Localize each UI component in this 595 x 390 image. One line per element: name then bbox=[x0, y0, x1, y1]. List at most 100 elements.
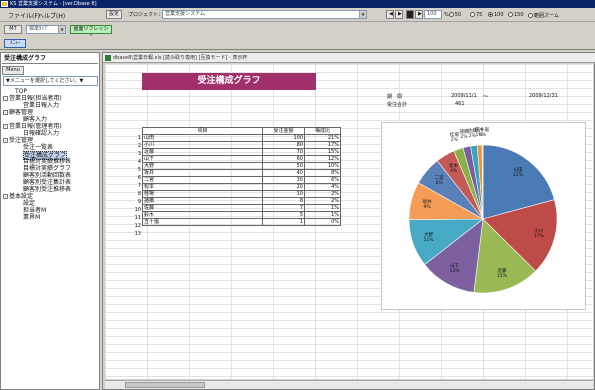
prev-icon[interactable]: ◀ bbox=[386, 10, 394, 19]
tree-item[interactable]: 業界M bbox=[23, 214, 40, 221]
settings-button[interactable]: 設定 bbox=[106, 10, 123, 19]
column-header: 項目 bbox=[142, 127, 263, 135]
tree-item-label: 日報確認入力 bbox=[23, 130, 60, 137]
tree-collapse-icon[interactable]: - bbox=[3, 194, 8, 199]
scrollbar-thumb[interactable] bbox=[125, 382, 205, 388]
tree-item[interactable]: 営業日報入力 bbox=[23, 102, 59, 109]
tree-collapse-icon[interactable]: - bbox=[3, 110, 8, 115]
tree-item-label: 基本設定 bbox=[9, 193, 34, 200]
zoom-radio-range[interactable]: 範囲ズーム bbox=[528, 12, 559, 19]
table-row: 諸橋 8 2% bbox=[142, 197, 341, 205]
table-row: 二宮 30 6% bbox=[142, 176, 341, 184]
table-cell-name: 佐藤 bbox=[142, 204, 263, 212]
pie-label-percent: 4% bbox=[449, 169, 458, 175]
spreadsheet-grid[interactable]: 受注構成グラフ 期 間 2009/11/1 ～ 2009/12/31 受注合計 … bbox=[105, 64, 593, 379]
chevron-down-icon[interactable]: ▼ bbox=[359, 11, 366, 18]
table-row: 山下 60 12% bbox=[142, 155, 341, 163]
table-cell-ratio: 6% bbox=[304, 176, 341, 184]
tree-item-label: 顧客入力 bbox=[23, 116, 48, 123]
excel-icon bbox=[105, 55, 111, 61]
table-row: 五十嵐 1 0% bbox=[142, 218, 341, 226]
menu-button[interactable]: ﾒﾆｭｰ bbox=[4, 39, 26, 48]
tree-item[interactable]: - 営業日報(担当者用) bbox=[3, 95, 62, 102]
pie-label-percent: 13% bbox=[449, 269, 460, 275]
stop-icon[interactable] bbox=[406, 10, 414, 19]
app-title: KS 営業支援システム - [ver.Dbase 8] bbox=[10, 1, 97, 7]
project-value: 営業支援システム bbox=[165, 11, 205, 17]
pie-data-label: 五十嵐 0% bbox=[472, 128, 492, 138]
menubar: ファイル(F) ヘルプ(H) 設定 プロジェクト： 営業支援システム ▼ ◀ ▶… bbox=[0, 8, 595, 22]
row-number: 10 bbox=[134, 207, 141, 213]
tree-collapse-icon[interactable]: - bbox=[3, 96, 8, 101]
tree-item[interactable]: 担当者M bbox=[23, 207, 46, 214]
row-number: 7 bbox=[137, 183, 141, 189]
table-cell-name: 山田 bbox=[142, 134, 263, 142]
table-cell-amount: 60 bbox=[262, 155, 305, 163]
table-cell-name: 山下 bbox=[142, 155, 263, 163]
pie-label-percent: 9% bbox=[423, 204, 431, 210]
table-cell-ratio: 2% bbox=[304, 190, 341, 198]
zoom-radio-150[interactable]: 150 bbox=[508, 12, 524, 18]
table-cell-amount: 1 bbox=[262, 218, 305, 226]
tree-item[interactable]: 目標対実績グラフ bbox=[23, 165, 71, 172]
horizontal-scrollbar[interactable] bbox=[105, 380, 593, 389]
sidebar-menu-select[interactable]: ▼メニューを選択してください。▼ bbox=[3, 76, 98, 86]
tree-item[interactable]: 顧客別受注推移表 bbox=[23, 186, 71, 193]
next-icon[interactable]: ▶ bbox=[395, 10, 403, 19]
table-cell-name: 諸橋 bbox=[142, 197, 263, 205]
pie-data-label: 二宮 6% bbox=[429, 176, 449, 186]
chevron-down-icon[interactable]: ▼ bbox=[58, 26, 65, 33]
spreadsheet-window: dbase8\営業日報.xls [読み取り専用] [互換モード] - 表示杯 受… bbox=[102, 52, 595, 390]
pie-data-label: 近藤 15% bbox=[492, 269, 512, 279]
row-number: 13 bbox=[134, 231, 141, 237]
table-cell-ratio: 12% bbox=[304, 155, 341, 163]
project-label: プロジェクト： bbox=[128, 12, 164, 18]
tree-item[interactable]: - 営業日報(管理者用) bbox=[3, 123, 62, 130]
tree-item-label: 営業日報(担当者用) bbox=[9, 95, 62, 102]
tree-item[interactable]: - 受注管理 bbox=[3, 137, 33, 144]
table-row: 坂井 40 8% bbox=[142, 169, 341, 177]
tree-item[interactable]: - 基本設定 bbox=[3, 193, 33, 200]
table-cell-name: 桂場 bbox=[142, 190, 263, 198]
tree-item[interactable]: 顧客別活動回数表 bbox=[23, 172, 71, 179]
tree-item[interactable]: TOP bbox=[15, 88, 27, 95]
tree-item[interactable]: 顧客別受注集計表 bbox=[23, 179, 71, 186]
tree-item[interactable]: 日報確認入力 bbox=[23, 130, 59, 137]
tree-item[interactable]: 設定 bbox=[23, 200, 35, 207]
pie-data-label: 小川 17% bbox=[529, 229, 549, 239]
zoom-input[interactable]: 100 bbox=[424, 10, 442, 19]
tree-item-label: 営業日報(管理者用) bbox=[9, 123, 62, 130]
zoom-radio-100[interactable]: 100 bbox=[488, 12, 504, 18]
menu-file[interactable]: ファイル(F) bbox=[8, 11, 40, 20]
pie-label-percent: 6% bbox=[435, 181, 443, 187]
tree-collapse-icon[interactable]: - bbox=[3, 138, 8, 143]
pie-label-percent: 0% bbox=[478, 133, 486, 138]
table-cell-ratio: 0% bbox=[304, 218, 341, 226]
tree-item[interactable]: 受注一覧表 bbox=[23, 144, 53, 151]
zoom-radio-50[interactable]: % 50 bbox=[444, 12, 461, 18]
app-icon bbox=[1, 1, 8, 7]
table-cell-amount: 5 bbox=[262, 211, 305, 219]
m7-button[interactable]: M7 bbox=[4, 25, 22, 34]
row-number: 6 bbox=[137, 175, 141, 181]
tree-collapse-icon[interactable]: - bbox=[3, 124, 8, 129]
tree-item-label: 業界M bbox=[23, 214, 41, 221]
zoom-radio-75[interactable]: 75 bbox=[470, 12, 482, 18]
tree-item[interactable]: 目標対実績推移表 bbox=[23, 158, 71, 165]
period-separator: ～ bbox=[483, 94, 489, 100]
style-combo[interactable]: 標準ﾀｲﾌﾟ ▼ bbox=[26, 25, 66, 34]
pie-chart[interactable]: 山田 21% 小川 17% 近藤 15% 山下 13% 大野 11% 坂井 9% 二宮 6% 松本 4% 桂場 2… bbox=[381, 122, 586, 310]
play-icon[interactable]: ▶ bbox=[415, 10, 423, 19]
refresh-button[interactable]: 画面リフレッシュ bbox=[70, 25, 112, 39]
tree-item-label: 目標対実績推移表 bbox=[23, 158, 72, 165]
table-cell-amount: 30 bbox=[262, 176, 305, 184]
menu-help[interactable]: ヘルプ(H) bbox=[38, 11, 65, 20]
row-number: 12 bbox=[134, 223, 141, 229]
tree-item[interactable]: - 顧客管理 bbox=[3, 109, 33, 116]
tree-item[interactable]: 顧客入力 bbox=[23, 116, 47, 123]
table-cell-amount: 20 bbox=[262, 183, 305, 191]
sidebar-menu-button[interactable]: Menu bbox=[2, 66, 24, 75]
project-combo[interactable]: 営業支援システム ▼ bbox=[162, 10, 367, 19]
pie-data-label: 山田 21% bbox=[508, 168, 528, 178]
table-cell-amount: 80 bbox=[262, 141, 305, 149]
